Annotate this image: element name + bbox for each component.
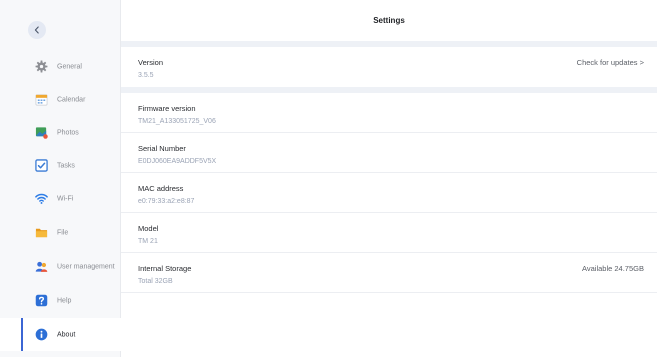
storage-value: Total 32GB xyxy=(138,278,173,285)
chevron-left-icon xyxy=(34,26,39,34)
help-icon xyxy=(35,294,48,307)
mac-value: e0:79:33:a2:e8:87 xyxy=(138,198,195,205)
sidebar-item-wifi[interactable]: Wi-Fi xyxy=(0,182,121,215)
sidebar-item-label: General xyxy=(57,63,82,70)
sidebar-item-help[interactable]: Help xyxy=(0,284,121,317)
page-title: Settings xyxy=(373,16,405,25)
version-row: Version 3.5.5 Check for updates > xyxy=(121,47,657,87)
about-panel: Settings Version 3.5.5 Check for updates… xyxy=(121,0,657,357)
sidebar-item-label: Calendar xyxy=(57,96,86,103)
sidebar-item-calendar[interactable]: Calendar xyxy=(0,83,121,116)
serial-label: Serial Number xyxy=(138,144,186,153)
wifi-icon xyxy=(35,192,48,205)
calendar-icon xyxy=(35,93,48,106)
storage-available: Available 24.75GB xyxy=(582,264,644,273)
sidebar-item-label: Help xyxy=(57,297,72,304)
storage-row: Internal Storage Total 32GB Available 24… xyxy=(121,253,657,293)
mac-row: MAC address e0:79:33:a2:e8:87 xyxy=(121,173,657,213)
mac-label: MAC address xyxy=(138,184,184,193)
gear-icon xyxy=(35,60,48,73)
folder-icon xyxy=(35,226,48,239)
sidebar-item-general[interactable]: General xyxy=(0,50,121,83)
serial-value: E0DJ060EA9ADDF5V5X xyxy=(138,158,217,165)
check-for-updates-link[interactable]: Check for updates > xyxy=(577,58,644,67)
sidebar-item-label: Tasks xyxy=(57,162,75,169)
sidebar-item-tasks[interactable]: Tasks xyxy=(0,149,121,182)
sidebar-item-label: About xyxy=(57,331,76,338)
sidebar-item-file[interactable]: File xyxy=(0,216,121,249)
model-row: Model TM 21 xyxy=(121,213,657,253)
sidebar-item-label: Photos xyxy=(57,129,79,136)
sidebar: General Calendar Photos Tasks Wi-Fi File… xyxy=(0,0,124,357)
firmware-label: Firmware version xyxy=(138,104,196,113)
settings-window: General Calendar Photos Tasks Wi-Fi File… xyxy=(0,0,657,357)
sidebar-item-label: Wi-Fi xyxy=(57,195,74,202)
storage-label: Internal Storage xyxy=(138,264,192,273)
firmware-value: TM21_A133051725_V06 xyxy=(138,118,216,125)
serial-row: Serial Number E0DJ060EA9ADDF5V5X xyxy=(121,133,657,173)
users-icon xyxy=(35,260,48,273)
version-label: Version xyxy=(138,58,164,67)
back-button[interactable] xyxy=(28,21,46,39)
model-label: Model xyxy=(138,224,159,233)
sidebar-item-label: User management xyxy=(57,263,115,270)
checkbox-icon xyxy=(35,159,48,172)
firmware-row: Firmware version TM21_A133051725_V06 xyxy=(121,93,657,133)
sidebar-item-label: File xyxy=(57,229,69,236)
sidebar-item-user-management[interactable]: User management xyxy=(0,250,121,283)
model-value: TM 21 xyxy=(138,238,158,245)
info-icon xyxy=(35,328,48,341)
version-value: 3.5.5 xyxy=(138,72,154,79)
photo-icon xyxy=(35,126,48,139)
sidebar-item-photos[interactable]: Photos xyxy=(0,116,121,149)
sidebar-item-about[interactable]: About xyxy=(0,318,124,351)
